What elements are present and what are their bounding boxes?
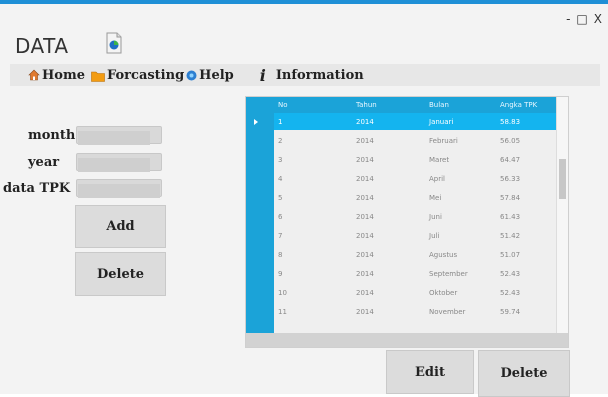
tpk-input[interactable] [78, 183, 160, 198]
cell-tpk: 58.83 [500, 117, 521, 126]
cell-bulan: September [429, 269, 468, 278]
home-icon [28, 69, 40, 81]
cell-bulan: Agustus [429, 250, 458, 259]
tpk-label: data TPK [3, 181, 71, 196]
year-field[interactable] [76, 153, 162, 172]
cell-no: 10 [278, 288, 287, 297]
cell-bulan: November [429, 307, 466, 316]
menu-home[interactable]: Home [28, 68, 85, 83]
info-icon: i [259, 65, 266, 85]
header-bulan[interactable]: Bulan [425, 101, 496, 109]
cell-no: 7 [278, 231, 283, 240]
maximize-button[interactable]: □ [576, 12, 587, 26]
table-row[interactable]: 7 2014 Juli 51.42 [274, 227, 556, 244]
edit-button[interactable]: Edit [386, 350, 474, 394]
cell-no: 4 [278, 174, 283, 183]
close-button[interactable]: X [594, 12, 602, 26]
cell-no: 5 [278, 193, 283, 202]
table-row[interactable]: 6 2014 Juni 61.43 [274, 208, 556, 225]
table-row[interactable]: 5 2014 Mei 57.84 [274, 189, 556, 206]
month-field[interactable] [76, 126, 162, 145]
cell-no: 2 [278, 136, 283, 145]
cell-no: 3 [278, 155, 283, 164]
header-no[interactable]: No [274, 101, 352, 109]
cell-tpk: 61.43 [500, 212, 521, 221]
cell-bulan: Juni [429, 212, 442, 221]
cell-tahun: 2014 [356, 193, 374, 202]
cell-tahun: 2014 [356, 212, 374, 221]
cell-bulan: Januari [429, 117, 454, 126]
current-row-indicator-icon [254, 119, 258, 125]
cell-tahun: 2014 [356, 269, 374, 278]
cell-tahun: 2014 [356, 136, 374, 145]
cell-tpk: 64.47 [500, 155, 521, 164]
table-row[interactable]: 9 2014 September 52.43 [274, 265, 556, 282]
cell-bulan: Mei [429, 193, 442, 202]
header-angka-tpk[interactable]: Angka TPK [496, 101, 556, 109]
cell-bulan: Juli [429, 231, 440, 240]
cell-tahun: 2014 [356, 174, 374, 183]
delete-form-button[interactable]: Delete [75, 252, 166, 296]
cell-tahun: 2014 [356, 231, 374, 240]
cell-tpk: 57.84 [500, 193, 521, 202]
cell-tahun: 2014 [356, 307, 374, 316]
cell-tahun: 2014 [356, 288, 374, 297]
cell-no: 6 [278, 212, 283, 221]
cell-tpk: 59.74 [500, 307, 521, 316]
cell-tahun: 2014 [356, 250, 374, 259]
vertical-scroll-thumb[interactable] [559, 159, 566, 199]
window-controls: - □ X [566, 12, 602, 26]
cell-no: 11 [278, 307, 287, 316]
vertical-scrollbar[interactable] [556, 97, 568, 333]
cell-tahun: 2014 [356, 117, 374, 126]
menu-help-label: Help [199, 67, 234, 83]
horizontal-scrollbar[interactable] [246, 333, 568, 347]
cell-tpk: 52.43 [500, 269, 521, 278]
menu-help[interactable]: Help [186, 68, 234, 83]
cell-no: 8 [278, 250, 283, 259]
help-icon [186, 70, 197, 80]
menu-bar: Home Forcasting Help i Information [10, 64, 600, 86]
cell-bulan: April [429, 174, 445, 183]
header-tahun[interactable]: Tahun [352, 101, 425, 109]
menu-forcasting[interactable]: Forcasting [91, 68, 184, 83]
document-icon [106, 32, 122, 54]
table-row[interactable]: 2 2014 Februari 56.05 [274, 132, 556, 149]
table-row[interactable]: 8 2014 Agustus 51.07 [274, 246, 556, 263]
cell-bulan: Oktober [429, 288, 458, 297]
data-grid[interactable]: No Tahun Bulan Angka TPK 1 2014 Januari … [245, 96, 569, 348]
app-title: DATA [15, 34, 69, 58]
cell-no: 1 [278, 117, 283, 126]
table-row[interactable]: 3 2014 Maret 64.47 [274, 151, 556, 168]
month-label: month [28, 128, 76, 143]
grid-header: No Tahun Bulan Angka TPK [274, 97, 556, 113]
cell-tpk: 52.43 [500, 288, 521, 297]
cell-tpk: 51.07 [500, 250, 521, 259]
table-row[interactable]: 10 2014 Oktober 52.43 [274, 284, 556, 301]
menu-information-label: Information [275, 67, 364, 83]
folder-icon [91, 71, 105, 82]
tpk-field[interactable] [76, 179, 162, 198]
cell-tpk: 56.05 [500, 136, 521, 145]
menu-home-label: Home [42, 67, 85, 83]
menu-information[interactable]: i Information [260, 66, 364, 85]
app-window: - □ X DATA Home Forcasting Help i Inform… [0, 0, 608, 397]
month-input[interactable] [78, 130, 150, 145]
cell-bulan: Februari [429, 136, 458, 145]
cell-bulan: Maret [429, 155, 450, 164]
year-input[interactable] [78, 157, 150, 172]
cell-tahun: 2014 [356, 155, 374, 164]
table-row[interactable]: 11 2014 November 59.74 [274, 303, 556, 320]
cell-tpk: 51.42 [500, 231, 521, 240]
row-header-column [246, 97, 274, 333]
add-button[interactable]: Add [75, 205, 166, 248]
menu-forcasting-label: Forcasting [106, 67, 185, 83]
delete-button[interactable]: Delete [478, 350, 570, 397]
year-label: year [28, 155, 60, 170]
table-row[interactable]: 4 2014 April 56.33 [274, 170, 556, 187]
cell-no: 9 [278, 269, 283, 278]
table-row[interactable]: 1 2014 Januari 58.83 [274, 113, 556, 130]
minimize-button[interactable]: - [566, 12, 570, 26]
cell-tpk: 56.33 [500, 174, 521, 183]
